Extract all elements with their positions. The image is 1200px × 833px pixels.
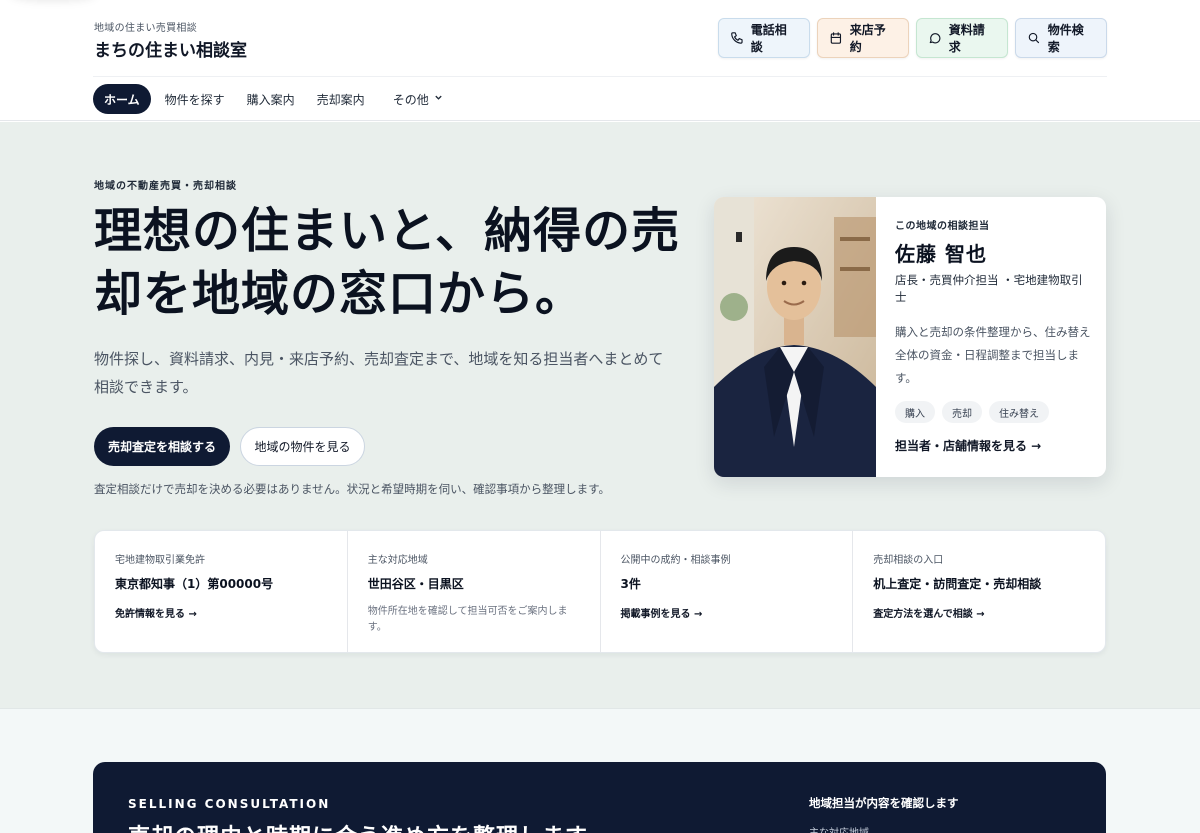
consultation-eyebrow: SELLING CONSULTATION [128,797,331,811]
info-area-value: 世田谷区・目黒区 [367,577,464,591]
agent-tag-relocation: 住み替え [989,401,1049,423]
info-sale-entry-label: 売却相談の入口 [873,555,944,566]
chat-icon [929,33,941,44]
header-actions: 電話相談 来店予約 資料請求 物件検索 [718,18,1107,58]
nav-item-find-property[interactable]: 物件を探す [157,84,233,114]
local-properties-button[interactable]: 地域の物件を見る [240,427,365,466]
info-license-value: 東京都知事（1）第00000号 [115,577,274,591]
assessment-method-link[interactable]: 査定方法を選んで相談 → [873,605,1085,620]
phone-icon [731,32,743,44]
consultation-side-label: 主な対応地域 [809,824,869,833]
visit-reservation-label: 来店予約 [849,23,886,54]
agent-description: 購入と売却の条件整理から、住み替え全体の資金・日程調整まで担当します。 [895,325,1091,385]
info-area: 主な対応地域 世田谷区・目黒区 物件所在地を確認して担当可否をご案内します。 [348,531,601,652]
info-license: 宅地建物取引業免許 東京都知事（1）第00000号 免許情報を見る → [95,531,348,652]
info-license-label: 宅地建物取引業免許 [115,555,205,566]
info-sale-entry: 売却相談の入口 机上査定・訪問査定・売却相談 査定方法を選んで相談 → [853,531,1105,652]
consultation-side-title: 地域担当が内容を確認します [809,796,959,810]
main-nav: ホーム 物件を探す 購入案内 売却案内 その他 [93,84,451,114]
agent-card: この地域の相談担当 佐藤 智也 店長・売買仲介担当 ・宅地建物取引士 購入と売却… [714,197,1106,477]
visit-reservation-button[interactable]: 来店予約 [817,18,909,58]
agent-tag-purchase: 購入 [895,401,935,423]
agent-tags: 購入 売却 住み替え [895,401,1091,423]
document-request-label: 資料請求 [948,23,985,54]
document-request-button[interactable]: 資料請求 [916,18,1008,58]
agent-photo [714,197,876,477]
consultation-title: 売却の理由と時期に合う進め方を整理します [128,819,588,833]
search-icon [1028,32,1040,44]
hero-eyebrow: 地域の不動産売買・売却相談 [94,181,237,192]
agent-info: この地域の相談担当 佐藤 智也 店長・売買仲介担当 ・宅地建物取引士 購入と売却… [895,217,1091,454]
agent-label: この地域の相談担当 [895,221,990,232]
phone-consult-label: 電話相談 [750,23,787,54]
nav-item-home[interactable]: ホーム [93,84,151,114]
info-area-label: 主な対応地域 [367,555,428,566]
top-shadow-decoration [10,0,96,2]
agent-tag-sale: 売却 [942,401,982,423]
sale-assessment-button[interactable]: 売却査定を相談する [94,427,230,466]
site-header: 地域の住まい売買相談 まちの住まい相談室 電話相談 来店予約 資料請求 物件検索… [0,0,1200,121]
info-area-note: 物件所在地を確認して担当可否をご案内します。 [367,606,568,633]
hero-title: 理想の住まいと、納得の売却を地域の窓口から。 [94,203,681,322]
consultation-section: SELLING CONSULTATION 売却の理由と時期に合う進め方を整理しま… [0,708,1200,833]
info-cases-label: 公開中の成約・相談事例 [620,555,731,566]
info-strip: 宅地建物取引業免許 東京都知事（1）第00000号 免許情報を見る → 主な対応… [94,530,1106,653]
agent-store-link[interactable]: 担当者・店舗情報を見る → [895,437,1091,454]
calendar-icon [830,32,842,44]
cases-link[interactable]: 掲載事例を見る → [621,605,833,620]
property-search-button[interactable]: 物件検索 [1015,18,1107,58]
chevron-down-icon [434,93,443,105]
brand-subtitle: 地域の住まい売買相談 [94,23,197,34]
agent-name: 佐藤 智也 [895,242,987,266]
info-cases-value: 3件 [620,577,641,591]
nav-item-other[interactable]: その他 [385,84,451,114]
brand-title[interactable]: まちの住まい相談室 [94,36,247,61]
nav-item-other-label: その他 [392,92,429,107]
info-sale-entry-value: 机上査定・訪問査定・売却相談 [873,577,1042,591]
nav-item-purchase-guide[interactable]: 購入案内 [239,84,303,114]
hero-lead: 物件探し、資料請求、内見・来店予約、売却査定まで、地域を知る担当者へまとめて相談… [94,350,664,396]
info-cases: 公開中の成約・相談事例 3件 掲載事例を見る → [601,531,854,652]
hero-note: 査定相談だけで売却を決める必要はありません。状況と希望時期を伺い、確認事項から整… [94,482,610,496]
header-divider [93,76,1107,77]
consultation-panel: SELLING CONSULTATION 売却の理由と時期に合う進め方を整理しま… [93,762,1106,833]
agent-role: 店長・売買仲介担当 ・宅地建物取引士 [895,273,1083,304]
phone-consult-button[interactable]: 電話相談 [718,18,810,58]
hero-section: 地域の不動産売買・売却相談 理想の住まいと、納得の売却を地域の窓口から。 物件探… [0,122,1200,708]
license-info-link[interactable]: 免許情報を見る → [115,605,327,620]
nav-item-sale-guide[interactable]: 売却案内 [309,84,373,114]
property-search-label: 物件検索 [1047,23,1084,54]
